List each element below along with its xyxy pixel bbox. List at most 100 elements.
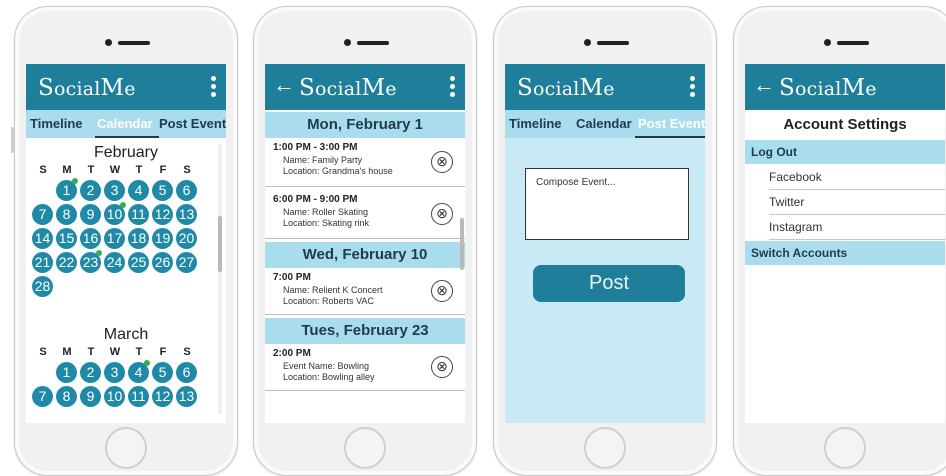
speaker-grille (357, 41, 389, 45)
calendar-day[interactable]: 27 (176, 252, 197, 273)
calendar-day[interactable]: 19 (152, 228, 173, 249)
delete-event-icon[interactable]: ⊗ (431, 280, 453, 302)
event-time: 1:00 PM - 3:00 PM (273, 142, 358, 153)
calendar-day[interactable]: 6 (176, 180, 197, 201)
tab-timeline[interactable]: Timeline (30, 116, 83, 131)
back-arrow-icon[interactable]: ← (753, 73, 775, 97)
calendar-day[interactable]: 28 (32, 276, 53, 297)
calendar-day[interactable]: 8 (56, 204, 77, 225)
app-bar: ← SocialMe (265, 64, 465, 110)
calendar-day[interactable]: 20 (176, 228, 197, 249)
date-header: Mon, February 1 (265, 112, 465, 138)
weekday-label: M (62, 164, 72, 176)
weekday-label: S (39, 164, 47, 176)
calendar-day[interactable]: 21 (32, 252, 53, 273)
app-logo: SocialMe (517, 75, 615, 101)
logout-section[interactable]: Log Out (745, 140, 945, 164)
calendar-day[interactable]: 5 (152, 362, 173, 383)
phone-frame-post: SocialMe Timeline Calendar Post Event Co… (493, 6, 717, 476)
overflow-menu-icon[interactable] (690, 76, 696, 100)
app-logo: SocialMe (779, 75, 877, 101)
calendar-screen: SocialMe Timeline Calendar Post Event Fe… (26, 64, 226, 423)
overflow-menu-icon[interactable] (450, 76, 456, 100)
calendar-day[interactable]: 1 (56, 362, 77, 383)
calendar-day[interactable]: 11 (128, 386, 149, 407)
calendar-day[interactable]: 7 (32, 386, 53, 407)
calendar-day[interactable]: 8 (56, 386, 77, 407)
calendar-day[interactable]: 3 (104, 362, 125, 383)
calendar-day[interactable]: 11 (128, 204, 149, 225)
home-button[interactable] (105, 427, 147, 469)
tab-timeline[interactable]: Timeline (509, 116, 562, 131)
front-camera (344, 39, 351, 46)
tab-bar: Timeline Calendar Post Event (505, 110, 705, 138)
tab-calendar[interactable]: Calendar (97, 116, 153, 131)
delete-event-icon[interactable]: ⊗ (431, 151, 453, 173)
date-header: Tues, February 23 (265, 318, 465, 344)
tab-post-event[interactable]: Post Event (159, 116, 226, 131)
calendar-day[interactable]: 12 (152, 204, 173, 225)
calendar-day[interactable]: 25 (128, 252, 149, 273)
calendar-day[interactable]: 7 (32, 204, 53, 225)
switch-accounts-section[interactable]: Switch Accounts (745, 241, 945, 265)
calendar-day[interactable]: 18 (128, 228, 149, 249)
scrollbar-thumb[interactable] (218, 216, 222, 272)
calendar-day[interactable]: 14 (32, 228, 53, 249)
calendar-day[interactable]: 13 (176, 386, 197, 407)
event-location: Location: Roberts VAC (283, 296, 374, 306)
calendar-day[interactable]: 2 (80, 180, 101, 201)
active-tab-indicator (95, 136, 159, 138)
event-name: Name: Relient K Concert (283, 285, 383, 295)
calendar-day[interactable]: 15 (56, 228, 77, 249)
calendar-day[interactable]: 5 (152, 180, 173, 201)
account-instagram[interactable]: Instagram (769, 215, 945, 240)
event-item[interactable]: 6:00 PM - 9:00 PM Name: Roller Skating Loc… (265, 190, 465, 239)
account-twitter[interactable]: Twitter (769, 190, 945, 215)
event-item[interactable]: 1:00 PM - 3:00 PM Name: Family Party Locat… (265, 138, 465, 187)
delete-event-icon[interactable]: ⊗ (431, 356, 453, 378)
app-logo: SocialMe (38, 75, 136, 101)
app-bar: SocialMe (505, 64, 705, 110)
events-screen: ← SocialMe Mon, February 1 1:00 PM - 3:00… (265, 64, 465, 423)
account-facebook[interactable]: Facebook (769, 165, 945, 190)
calendar-day[interactable]: 12 (152, 386, 173, 407)
event-item[interactable]: 2:00 PM Event Name: Bowling Location: Bowl… (265, 344, 465, 391)
phone-frame-settings: ← SocialMe Account Settings Log Out Face… (733, 6, 946, 476)
delete-event-icon[interactable]: ⊗ (431, 203, 453, 225)
calendar-day[interactable]: 24 (104, 252, 125, 273)
calendar-day[interactable]: 3 (104, 180, 125, 201)
home-button[interactable] (344, 427, 386, 469)
weekday-label: F (159, 164, 167, 176)
event-time: 6:00 PM - 9:00 PM (273, 194, 358, 205)
phone-frame-calendar: SocialMe Timeline Calendar Post Event Fe… (11, 6, 238, 476)
calendar-day[interactable]: 13 (176, 204, 197, 225)
weekday-label: S (183, 164, 191, 176)
month-title: February (93, 144, 159, 161)
tab-post-event[interactable]: Post Event (638, 116, 705, 131)
calendar-day[interactable]: 2 (80, 362, 101, 383)
compose-event-input[interactable]: Compose Event... (525, 168, 689, 240)
post-button[interactable]: Post (533, 265, 685, 302)
scrollbar-thumb[interactable] (460, 218, 464, 270)
calendar-day[interactable]: 4 (128, 180, 149, 201)
home-button[interactable] (584, 427, 626, 469)
event-time: 2:00 PM (273, 348, 311, 359)
side-button (11, 127, 14, 153)
tab-calendar[interactable]: Calendar (576, 116, 632, 131)
home-button[interactable] (824, 427, 866, 469)
back-arrow-icon[interactable]: ← (273, 73, 295, 97)
month-title: March (103, 326, 149, 343)
calendar-day[interactable]: 10 (104, 386, 125, 407)
event-item[interactable]: 7:00 PM Name: Relient K Concert Location: … (265, 268, 465, 315)
calendar-day[interactable]: 16 (80, 228, 101, 249)
calendar-day[interactable]: 26 (152, 252, 173, 273)
calendar-day[interactable]: 6 (176, 362, 197, 383)
calendar-day[interactable]: 22 (56, 252, 77, 273)
event-dot (96, 250, 102, 256)
tab-bar: Timeline Calendar Post Event (26, 110, 226, 138)
calendar-day[interactable]: 9 (80, 204, 101, 225)
phone-frame-events: ← SocialMe Mon, February 1 1:00 PM - 3:00… (253, 6, 477, 476)
overflow-menu-icon[interactable] (211, 76, 217, 100)
calendar-day[interactable]: 17 (104, 228, 125, 249)
calendar-day[interactable]: 9 (80, 386, 101, 407)
